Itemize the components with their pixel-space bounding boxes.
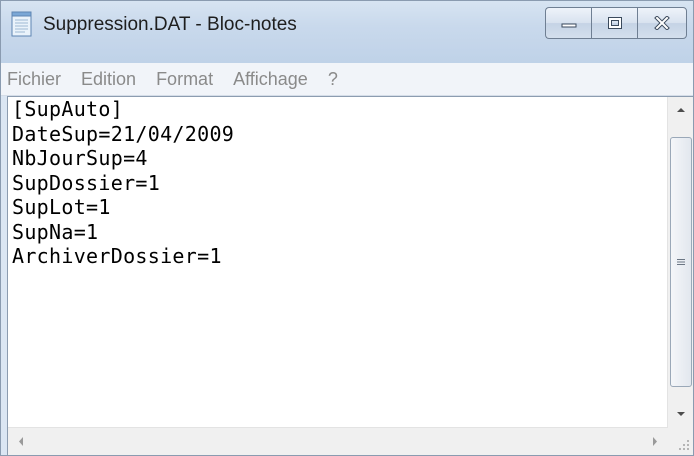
text-editor[interactable]: [SupAuto] DateSup=21/04/2009 NbJourSup=4… <box>7 96 693 455</box>
close-icon <box>654 16 670 30</box>
vertical-scrollbar[interactable] <box>667 97 693 427</box>
scroll-left-arrow-icon <box>19 437 23 446</box>
scroll-up-button[interactable] <box>668 97 693 123</box>
menu-fichier[interactable]: Fichier <box>1 69 71 90</box>
maximize-icon <box>607 17 622 29</box>
size-grip-icon <box>679 440 689 450</box>
scroll-down-button[interactable] <box>668 401 693 427</box>
menu-affichage[interactable]: Affichage <box>223 69 318 90</box>
menu-bar: Fichier Edition Format Affichage ? <box>1 63 693 96</box>
size-grip[interactable] <box>668 427 693 455</box>
scroll-up-arrow-icon <box>677 108 685 112</box>
close-button[interactable] <box>637 7 687 39</box>
scroll-left-button[interactable] <box>8 428 34 455</box>
editor-line: SupDossier=1 <box>12 170 161 195</box>
editor-line: ArchiverDossier=1 <box>12 244 222 268</box>
horizontal-scrollbar[interactable] <box>8 427 668 455</box>
caption-buttons <box>545 7 687 41</box>
editor-line: [SupAuto] <box>12 97 124 121</box>
title-bar[interactable]: Suppression.DAT - Bloc-notes <box>1 1 693 63</box>
scroll-down-arrow-icon <box>677 412 685 416</box>
window-title: Suppression.DAT - Bloc-notes <box>43 14 297 35</box>
editor-line: SupLot=1 <box>12 195 111 219</box>
menu-edition[interactable]: Edition <box>71 69 146 90</box>
editor-line: NbJourSup=4 <box>12 146 148 170</box>
menu-format[interactable]: Format <box>146 69 223 90</box>
menu-help[interactable]: ? <box>318 69 348 90</box>
maximize-button[interactable] <box>591 7 637 39</box>
minimize-icon <box>561 23 576 28</box>
notepad-window: Suppression.DAT - Bloc-notes Fichier Edi… <box>0 0 694 456</box>
notepad-icon <box>11 11 32 37</box>
editor-line: SupNa=1 <box>12 219 99 244</box>
editor-text[interactable]: [SupAuto] DateSup=21/04/2009 NbJourSup=4… <box>12 97 666 427</box>
scroll-right-button[interactable] <box>642 428 668 455</box>
thumb-grip-icon <box>677 259 685 265</box>
scroll-right-arrow-icon <box>653 437 657 446</box>
vertical-scroll-thumb[interactable] <box>670 137 692 387</box>
minimize-button[interactable] <box>545 7 591 39</box>
editor-line: DateSup=21/04/2009 <box>12 121 235 146</box>
